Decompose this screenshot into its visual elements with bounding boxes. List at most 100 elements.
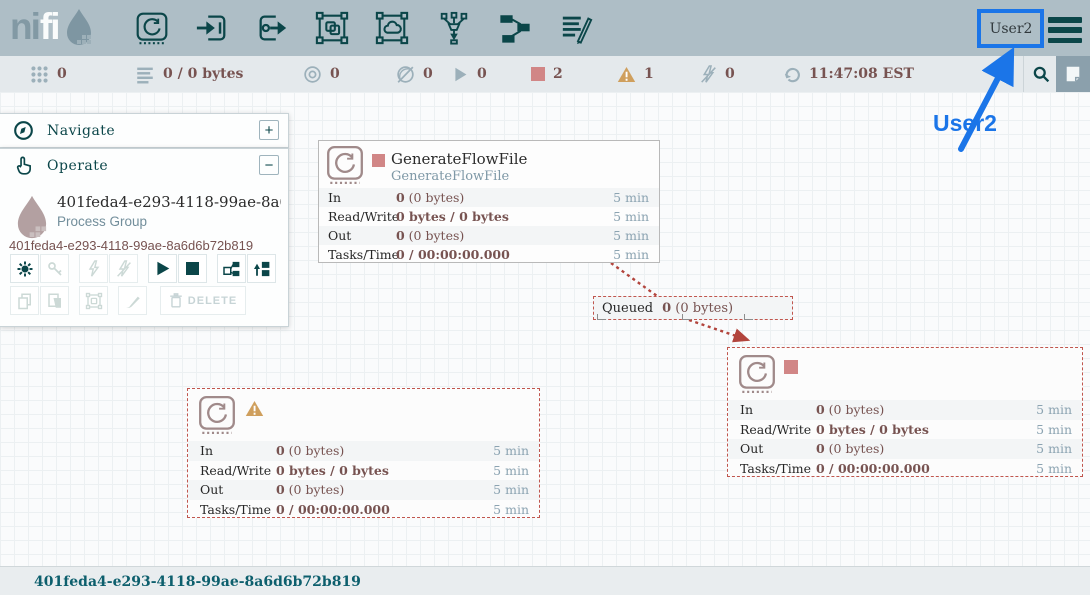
nifi-app: ni fi User2 <box>0 0 1090 595</box>
last-refresh-time: 11:47:08 EST <box>809 66 914 82</box>
stopped-icon <box>531 67 545 81</box>
create-template-button[interactable] <box>217 254 246 283</box>
stop-button[interactable] <box>178 254 207 283</box>
processor-stats: In0 (0 bytes)5 min Read/Write0 bytes / 0… <box>728 400 1082 478</box>
nifi-logo: ni fi <box>10 6 96 48</box>
flow-canvas[interactable]: Queued 0 (0 bytes) GenerateFlowFile Gene… <box>0 92 1090 566</box>
connection-queued-value: 0 (0 bytes) <box>662 301 733 316</box>
color-button[interactable] <box>118 286 147 315</box>
stat-row-taskstime: Tasks/Time0 / 00:00:00.0005 min <box>728 459 1082 479</box>
stopped-state-icon <box>372 154 385 167</box>
stat-row-taskstime: Tasks/Time0 / 00:00:00.0005 min <box>188 500 539 520</box>
disabled-stat: 0 <box>700 56 735 92</box>
drag-label-button[interactable] <box>560 11 594 45</box>
logo-text-fi: fi <box>40 6 59 48</box>
logo-text-ni: ni <box>10 6 39 48</box>
queued-count: 0 / 0 bytes <box>163 66 243 82</box>
running-stat: 0 <box>452 56 487 92</box>
stopped-count: 2 <box>553 66 563 82</box>
active-threads-stat: 0 <box>30 56 67 92</box>
stat-row-readwrite: Read/Write0 bytes / 0 bytes5 min <box>319 207 659 226</box>
not-transmitting-count: 0 <box>423 66 433 82</box>
connection-queued-label: Queued <box>602 301 653 316</box>
not-transmitting-stat: 0 <box>396 56 433 92</box>
transmitting-count: 0 <box>330 66 340 82</box>
breadcrumb: 401feda4-e293-4118-99ae-8a6d6b72b819 <box>34 574 361 590</box>
breadcrumb-bar: 401feda4-e293-4118-99ae-8a6d6b72b819 <box>0 566 1090 595</box>
disabled-icon <box>700 65 717 84</box>
copy-button[interactable] <box>10 286 39 315</box>
selected-component-type: Process Group <box>57 214 147 229</box>
queued-stat: 0 / 0 bytes <box>135 56 243 92</box>
processor-header <box>188 389 539 441</box>
hand-pointer-icon <box>13 155 34 176</box>
delete-label: DELETE <box>188 295 237 307</box>
stat-row-taskstime: Tasks/Time0 / 00:00:00.0005 min <box>319 245 659 264</box>
processor-stats: In0 (0 bytes)5 min Read/Write0 bytes / 0… <box>188 441 539 519</box>
drag-output-port-button[interactable] <box>255 11 289 45</box>
selected-component-name: 401feda4-e293-4118-99ae-8a6d... <box>57 193 281 211</box>
stopped-state-icon <box>784 360 798 374</box>
invalid-state-icon <box>245 400 264 417</box>
global-menu-button[interactable] <box>1048 17 1082 43</box>
processor-icon <box>325 144 365 186</box>
drag-template-button[interactable] <box>498 11 532 45</box>
operate-title: Operate <box>47 158 108 174</box>
access-policies-button[interactable] <box>40 254 69 283</box>
configure-button[interactable] <box>10 254 39 283</box>
transmitting-icon <box>303 65 322 84</box>
drag-process-group-button[interactable] <box>315 11 349 45</box>
bulletin-note-button[interactable] <box>1056 56 1090 92</box>
refresh-stat[interactable]: 11:47:08 EST <box>783 56 914 92</box>
navigate-expand-button[interactable]: + <box>259 120 279 140</box>
current-user-label[interactable]: User2 <box>978 10 1044 47</box>
processor-ghost-stopped[interactable]: In0 (0 bytes)5 min Read/Write0 bytes / 0… <box>727 347 1083 477</box>
process-group-drop-icon <box>12 193 52 241</box>
processor-icon <box>197 394 237 436</box>
compass-icon <box>13 120 34 141</box>
operate-header: Operate − <box>0 149 288 182</box>
processor-generateflowfile[interactable]: GenerateFlowFile GenerateFlowFile In0 (0… <box>318 140 660 263</box>
connection-handle <box>682 314 691 320</box>
stat-row-out: Out0 (0 bytes)5 min <box>188 480 539 500</box>
drag-processor-button[interactable] <box>135 11 169 45</box>
refresh-icon[interactable] <box>783 65 801 83</box>
operate-collapse-button[interactable]: − <box>259 155 279 175</box>
drag-input-port-button[interactable] <box>195 11 229 45</box>
selected-component-id: 401feda4-e293-4118-99ae-8a6d6b72b819 <box>9 238 253 253</box>
processor-icon <box>737 353 777 395</box>
processor-header: GenerateFlowFile GenerateFlowFile <box>319 141 659 188</box>
connection-handle <box>597 314 606 320</box>
delete-button[interactable]: DELETE <box>160 286 246 315</box>
navigate-panel: Navigate + <box>0 113 289 148</box>
running-icon <box>452 66 469 83</box>
invalid-stat: 1 <box>617 56 654 92</box>
upload-template-button[interactable] <box>247 254 276 283</box>
queued-icon <box>135 65 155 84</box>
disabled-count: 0 <box>725 66 735 82</box>
flow-status-bar: 0 0 / 0 bytes 0 0 0 2 <box>0 56 1090 93</box>
operate-panel: Operate − 401feda4-e293-4118-99ae-8a6d..… <box>0 148 289 327</box>
start-button[interactable] <box>148 254 177 283</box>
drag-funnel-button[interactable] <box>437 11 471 45</box>
connection-label[interactable]: Queued 0 (0 bytes) <box>593 296 793 320</box>
stat-row-readwrite: Read/Write0 bytes / 0 bytes5 min <box>188 461 539 481</box>
invalid-count: 1 <box>644 66 654 82</box>
search-button[interactable] <box>1026 56 1056 92</box>
navigate-title: Navigate <box>47 123 115 139</box>
paste-button[interactable] <box>40 286 69 315</box>
stat-row-out: Out0 (0 bytes)5 min <box>319 226 659 245</box>
statusbar-divider <box>1023 56 1024 92</box>
not-transmitting-icon <box>396 65 415 84</box>
disable-button[interactable] <box>109 254 138 283</box>
stat-row-in: In0 (0 bytes)5 min <box>319 188 659 207</box>
stopped-stat: 2 <box>531 56 563 92</box>
enable-button[interactable] <box>79 254 108 283</box>
drag-remote-process-group-button[interactable] <box>375 11 409 45</box>
invalid-icon <box>617 66 636 83</box>
stat-row-readwrite: Read/Write0 bytes / 0 bytes5 min <box>728 420 1082 440</box>
processor-ghost-invalid[interactable]: In0 (0 bytes)5 min Read/Write0 bytes / 0… <box>187 388 540 518</box>
group-button[interactable] <box>79 286 108 315</box>
active-threads-icon <box>30 65 49 84</box>
app-header: ni fi User2 <box>0 0 1090 56</box>
